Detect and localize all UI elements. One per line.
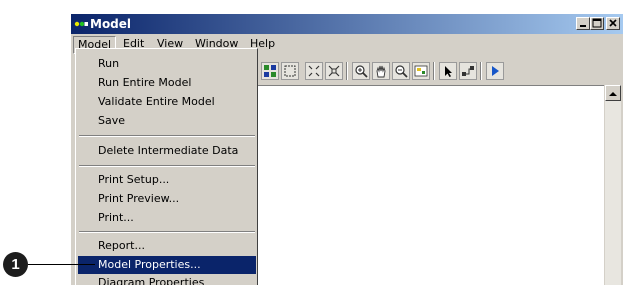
menu-item-delete-intermediate-data[interactable]: Delete Intermediate Data	[78, 142, 256, 160]
callout-badge: 1	[3, 252, 28, 277]
fixed-zoom-in-button[interactable]	[305, 62, 323, 80]
zoom-in-button[interactable]	[352, 62, 370, 80]
full-extent-button[interactable]	[281, 62, 299, 80]
menu-item-validate-entire-model[interactable]: Validate Entire Model	[78, 93, 256, 111]
close-button[interactable]	[606, 17, 620, 30]
fixed-zoom-out-button[interactable]	[325, 62, 343, 80]
connect-icon	[462, 66, 474, 76]
zoom-out-button[interactable]	[392, 62, 410, 80]
full-extent-icon	[284, 65, 296, 77]
title-bar[interactable]: Model	[71, 14, 623, 34]
window-title: Model	[90, 17, 132, 31]
pan-icon	[376, 65, 386, 78]
select-button[interactable]	[439, 62, 457, 80]
fixed-zoom-in-icon	[308, 65, 320, 77]
menu-item-print-setup[interactable]: Print Setup...	[78, 171, 256, 189]
arrow-up-icon	[609, 92, 617, 96]
menu-item-model-properties[interactable]: Model Properties...	[78, 256, 256, 274]
menu-item-print-preview[interactable]: Print Preview...	[78, 190, 256, 208]
menu-item-print[interactable]: Print...	[78, 209, 256, 227]
menu-item-run-entire-model[interactable]: Run Entire Model	[78, 74, 256, 92]
overview-button[interactable]	[412, 62, 430, 80]
vertical-scrollbar[interactable]	[605, 85, 621, 285]
menu-separator	[79, 231, 255, 233]
toolbar-separator	[346, 62, 348, 80]
toolbar	[257, 56, 623, 84]
run-icon	[492, 66, 499, 76]
menu-item-report[interactable]: Report...	[78, 237, 256, 255]
model-menu-dropdown: Run Run Entire Model Validate Entire Mod…	[75, 48, 258, 285]
fixed-zoom-out-icon	[328, 65, 340, 77]
menu-item-run[interactable]: Run	[78, 55, 256, 73]
menu-separator	[79, 165, 255, 167]
minimize-icon	[580, 25, 586, 27]
toolbar-separator	[480, 62, 482, 80]
pan-button[interactable]	[372, 62, 390, 80]
connect-button[interactable]	[459, 62, 477, 80]
zoom-in-icon	[355, 65, 368, 78]
menu-item-save[interactable]: Save	[78, 112, 256, 130]
close-icon	[609, 19, 617, 27]
overview-icon	[414, 65, 428, 77]
menu-separator	[79, 135, 255, 137]
minimize-button[interactable]	[576, 17, 590, 30]
select-icon	[445, 66, 452, 77]
model-canvas[interactable]	[257, 85, 604, 285]
scroll-up-button[interactable]	[605, 85, 621, 101]
maximize-icon	[592, 18, 602, 28]
maximize-button[interactable]	[590, 17, 604, 30]
menu-item-diagram-properties[interactable]: Diagram Properties	[78, 274, 256, 285]
run-button[interactable]	[486, 62, 504, 80]
model-app-icon	[74, 21, 88, 27]
toolbar-separator	[433, 62, 435, 80]
layout-icon	[264, 65, 276, 77]
zoom-out-icon	[395, 65, 408, 78]
auto-layout-button[interactable]	[261, 62, 279, 80]
callout-leader-line	[28, 264, 95, 265]
